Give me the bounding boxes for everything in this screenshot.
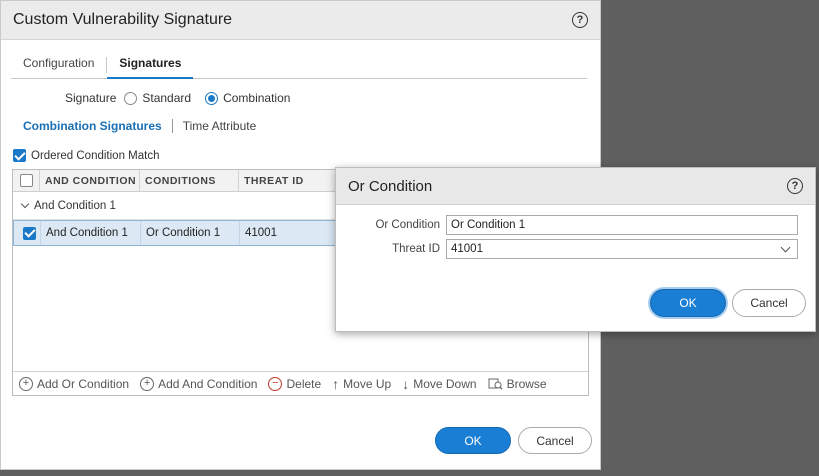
dialog-header: Custom Vulnerability Signature ? <box>1 1 600 40</box>
column-header-conditions[interactable]: CONDITIONS <box>140 170 239 191</box>
threat-id-label: Threat ID <box>392 243 440 255</box>
group-label: And Condition 1 <box>34 199 116 212</box>
select-all-header <box>13 170 40 191</box>
ordered-condition-match[interactable]: Ordered Condition Match <box>13 149 159 162</box>
radio-standard-label: Standard <box>142 91 192 105</box>
ordered-condition-match-label: Ordered Condition Match <box>31 149 160 162</box>
tab-configuration[interactable]: Configuration <box>11 53 106 77</box>
or-condition-row: Or Condition <box>336 215 798 235</box>
dialog-ok-button[interactable]: OK <box>650 289 726 317</box>
add-and-condition-label: Add And Condition <box>158 376 258 391</box>
row-select-cell <box>14 221 41 245</box>
ordered-condition-match-checkbox[interactable] <box>13 149 26 162</box>
table-toolbar: + Add Or Condition + Add And Condition −… <box>13 371 588 395</box>
add-or-condition-button[interactable]: + Add Or Condition <box>19 376 130 391</box>
plus-circle-icon: + <box>140 376 155 391</box>
subtab-bar: Combination Signatures Time Attribute <box>23 119 256 133</box>
tab-signatures[interactable]: Signatures <box>107 53 194 79</box>
row-checkbox[interactable] <box>23 226 36 240</box>
cell-conditions[interactable]: Or Condition 1 <box>141 221 240 245</box>
cell-and-condition[interactable]: And Condition 1 <box>41 221 141 245</box>
help-icon[interactable]: ? <box>787 178 803 194</box>
arrow-down-icon: ↓ <box>402 375 410 392</box>
or-condition-label: Or Condition <box>375 219 440 231</box>
ok-button[interactable]: OK <box>435 427 511 454</box>
or-condition-dialog: Or Condition ? Or Condition Threat ID 41… <box>335 167 816 332</box>
radio-standard-option[interactable]: Standard <box>124 91 191 105</box>
move-up-button[interactable]: ↑ Move Up <box>332 376 391 392</box>
chevron-down-icon[interactable] <box>780 242 791 252</box>
subtab-time-attribute[interactable]: Time Attribute <box>183 119 257 133</box>
browse-button[interactable]: Browse <box>488 377 547 391</box>
arrow-up-icon: ↑ <box>332 375 340 392</box>
plus-circle-icon: + <box>19 376 33 391</box>
signature-type-row: Signature Standard Combination <box>65 91 298 105</box>
browse-icon <box>488 378 503 390</box>
dialog-title: Custom Vulnerability Signature <box>13 11 233 28</box>
threat-id-value: 41001 <box>451 243 483 255</box>
threat-id-select[interactable]: 41001 <box>446 239 798 259</box>
dialog-cancel-button[interactable]: Cancel <box>732 289 806 317</box>
delete-label: Delete <box>286 376 322 391</box>
cancel-button[interactable]: Cancel <box>518 427 592 454</box>
tab-bar: Configuration Signatures <box>11 53 587 79</box>
add-and-condition-button[interactable]: + Add And Condition <box>140 376 258 391</box>
add-or-condition-label: Add Or Condition <box>37 376 130 391</box>
or-condition-dialog-title: Or Condition <box>348 177 433 195</box>
radio-combination[interactable] <box>205 91 219 105</box>
column-header-and-condition[interactable]: AND CONDITION <box>40 170 140 191</box>
threat-id-row: Threat ID 41001 <box>336 239 798 259</box>
chevron-down-icon[interactable] <box>20 199 30 208</box>
signature-label: Signature <box>65 91 117 105</box>
help-icon[interactable]: ? <box>572 12 588 28</box>
browse-label: Browse <box>506 376 547 391</box>
or-condition-dialog-header: Or Condition ? <box>336 168 815 205</box>
subtab-combination-signatures[interactable]: Combination Signatures <box>23 119 162 133</box>
or-condition-input[interactable] <box>446 215 798 235</box>
move-up-label: Move Up <box>343 376 392 391</box>
subtab-separator <box>171 119 173 133</box>
radio-standard[interactable] <box>124 91 138 105</box>
delete-button[interactable]: − Delete <box>268 376 322 391</box>
select-all-checkbox[interactable] <box>19 174 33 187</box>
minus-circle-icon: − <box>268 376 283 391</box>
radio-combination-label: Combination <box>223 91 291 105</box>
move-down-button[interactable]: ↓ Move Down <box>402 376 476 392</box>
move-down-label: Move Down <box>413 376 477 391</box>
radio-combination-option[interactable]: Combination <box>205 91 290 105</box>
